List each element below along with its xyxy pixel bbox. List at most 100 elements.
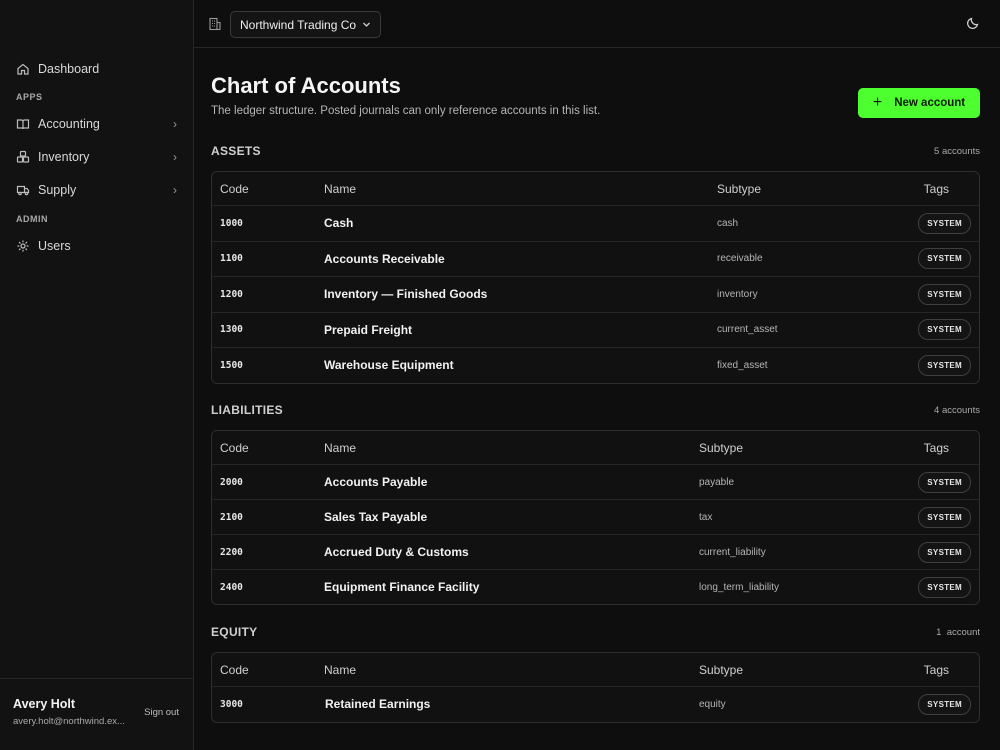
table-header: Code Name Subtype Tags (212, 431, 979, 464)
home-icon (16, 62, 30, 76)
column-header-subtype: Subtype (717, 181, 762, 196)
account-subtype: tax (699, 511, 713, 523)
chevron-right-icon: › (173, 183, 177, 197)
system-badge: SYSTEM (918, 541, 971, 563)
column-header-tags: Tags (923, 662, 949, 677)
sidebar-item-label: Dashboard (38, 62, 100, 76)
sidebar-item-accounting[interactable]: Accounting › (0, 112, 193, 136)
account-subtype: inventory (717, 288, 758, 300)
column-header-tags: Tags (923, 181, 949, 196)
liabilities-section: LIABILITIES 4 accounts Code Name Subtype… (211, 400, 980, 605)
account-name: Accounts Payable (324, 475, 428, 489)
sidebar-nav: Dashboard APPS Accounting › Inventory › … (0, 57, 193, 267)
account-subtype: receivable (717, 253, 763, 265)
section-title: ASSETS (211, 144, 261, 158)
accounts-table: Code Name Subtype Tags 2000 Accounts Pay… (211, 430, 980, 605)
account-code: 2100 (220, 511, 243, 523)
column-header-code: Code (220, 181, 249, 196)
page-subtitle: The ledger structure. Posted journals ca… (211, 105, 601, 117)
account-subtype: payable (699, 476, 735, 488)
column-header-tags: Tags (923, 440, 949, 455)
account-code: 3000 (220, 698, 243, 710)
account-name: Cash (324, 216, 354, 231)
account-name: Retained Earnings (325, 697, 431, 712)
sidebar-item-label: Users (38, 239, 71, 253)
accounts-table: Code Name Subtype Tags 3000 Retained Ear… (211, 652, 980, 723)
chevron-right-icon: › (173, 150, 177, 164)
company-select[interactable]: Northwind Trading Co (230, 11, 381, 38)
sidebar-item-users[interactable]: Users (0, 234, 193, 258)
account-code: 1000 (220, 217, 243, 229)
assets-section: ASSETS 5 accounts Code Name Subtype Tags… (211, 141, 980, 384)
chevron-down-icon (362, 18, 371, 32)
account-name: Equipment Finance Facility (324, 580, 480, 594)
moon-icon[interactable] (966, 16, 980, 33)
section-title: EQUITY (211, 625, 258, 639)
accounts-table: Code Name Subtype Tags 1000 Cash cash SY… (211, 171, 980, 384)
account-code: 1500 (220, 359, 243, 371)
user-email: avery.holt@northwind.ex... (13, 716, 125, 727)
table-row[interactable]: 2000 Accounts Payable payable SYSTEM (212, 464, 979, 499)
column-header-code: Code (220, 662, 249, 677)
table-row[interactable]: 1300 Prepaid Freight current_asset SYSTE… (212, 311, 979, 348)
table-header: Code Name Subtype Tags (212, 172, 979, 205)
table-row[interactable]: 1500 Warehouse Equipment fixed_asset SYS… (212, 347, 979, 383)
account-name: Accrued Duty & Customs (324, 545, 469, 559)
new-account-button[interactable]: + New account (858, 88, 980, 118)
column-header-name: Name (324, 440, 357, 455)
sidebar-item-inventory[interactable]: Inventory › (0, 145, 193, 169)
account-code: 1100 (220, 253, 243, 265)
sidebar-item-supply[interactable]: Supply › (0, 178, 193, 202)
chevron-right-icon: › (173, 117, 177, 131)
boxes-icon (16, 150, 30, 164)
account-subtype: cash (717, 217, 739, 229)
sidebar-item-label: Accounting (38, 117, 100, 131)
book-icon (16, 117, 30, 131)
apps-section-label: APPS (16, 92, 43, 102)
system-badge: SYSTEM (918, 319, 971, 341)
table-row[interactable]: 1000 Cash cash SYSTEM (212, 205, 979, 241)
section-count: 4 accounts (934, 404, 980, 416)
account-code: 1300 (220, 324, 243, 336)
column-header-subtype: Subtype (699, 440, 744, 455)
table-row[interactable]: 1200 Inventory — Finished Goods inventor… (212, 276, 979, 312)
sidebar: Dashboard APPS Accounting › Inventory › … (0, 0, 194, 750)
system-badge: SYSTEM (918, 283, 971, 305)
account-name: Inventory — Finished Goods (324, 287, 488, 302)
admin-section-label: ADMIN (16, 214, 48, 224)
table-row[interactable]: 2200 Accrued Duty & Customs current_liab… (212, 534, 979, 569)
sidebar-item-label: Inventory (38, 150, 90, 164)
column-header-name: Name (324, 181, 357, 196)
table-row[interactable]: 1100 Accounts Receivable receivable SYST… (212, 240, 979, 277)
table-row[interactable]: 3000 Retained Earnings equity SYSTEM (212, 686, 979, 722)
company-select-value: Northwind Trading Co (240, 17, 357, 32)
system-badge: SYSTEM (918, 471, 971, 493)
table-row[interactable]: 2100 Sales Tax Payable tax SYSTEM (212, 499, 979, 534)
account-subtype: fixed_asset (717, 359, 768, 371)
section-count: 5 accounts (934, 145, 980, 157)
account-code: 1200 (220, 288, 243, 300)
column-header-subtype: Subtype (699, 662, 744, 677)
system-badge: SYSTEM (918, 212, 971, 234)
account-subtype: current_liability (699, 546, 766, 558)
account-code: 2000 (220, 476, 243, 488)
table-row[interactable]: 2400 Equipment Finance Facility long_ter… (212, 569, 979, 604)
sign-out-button[interactable]: Sign out (144, 707, 179, 718)
page-title: Chart of Accounts (211, 73, 401, 98)
top-bar: Northwind Trading Co (194, 0, 1000, 48)
section-title: LIABILITIES (211, 403, 283, 417)
column-header-code: Code (220, 440, 249, 455)
account-subtype: long_term_liability (699, 581, 780, 593)
sidebar-item-dashboard[interactable]: Dashboard (0, 57, 193, 81)
truck-icon (16, 183, 30, 197)
user-panel: Avery Holt avery.holt@northwind.ex... Si… (0, 678, 193, 750)
new-account-label: New account (894, 97, 966, 109)
account-subtype: current_asset (717, 324, 778, 336)
building-icon (208, 17, 222, 34)
sidebar-item-label: Supply (38, 183, 77, 197)
system-badge: SYSTEM (918, 354, 971, 376)
equity-section: EQUITY 1 account Code Name Subtype Tags … (211, 622, 980, 723)
account-subtype: equity (699, 698, 726, 710)
system-badge: SYSTEM (918, 693, 971, 715)
system-badge: SYSTEM (918, 506, 971, 528)
